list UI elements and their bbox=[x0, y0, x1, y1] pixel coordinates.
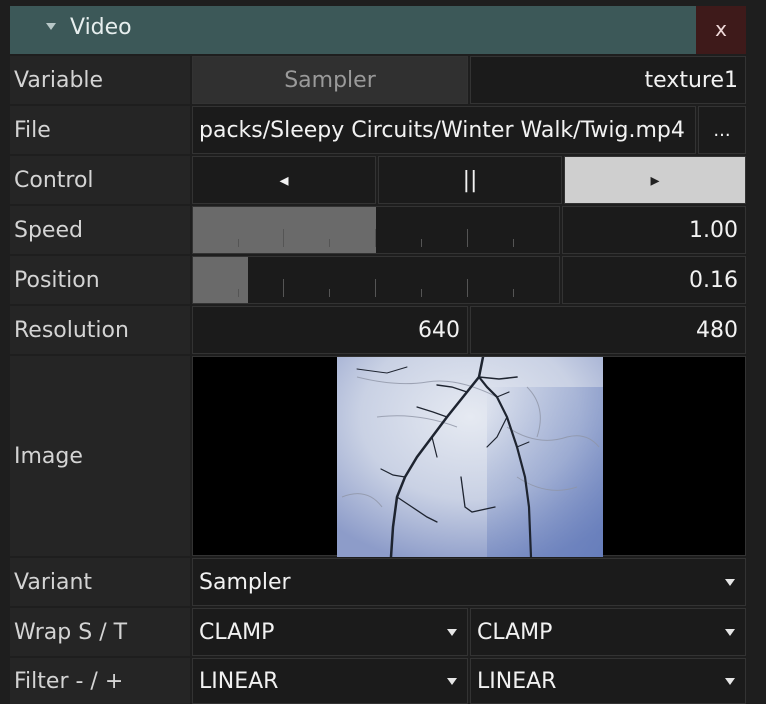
dropdown-arrow-icon bbox=[725, 678, 735, 685]
image-label: Image bbox=[10, 356, 190, 556]
position-slider-fill bbox=[193, 257, 248, 303]
wrap-label: Wrap S / T bbox=[10, 608, 190, 656]
speed-value[interactable]: 1.00 bbox=[562, 206, 746, 254]
browse-file-button[interactable]: ... bbox=[698, 106, 746, 154]
file-path-field[interactable]: packs/Sleepy Circuits/Winter Walk/Twig.m… bbox=[192, 106, 696, 154]
slider-tick bbox=[238, 239, 239, 247]
slider-tick bbox=[467, 279, 468, 297]
filter-mag-value: LINEAR bbox=[477, 668, 557, 694]
wrap-s-dropdown[interactable]: CLAMP bbox=[192, 608, 468, 656]
slider-tick bbox=[375, 279, 376, 297]
slider-tick bbox=[283, 229, 284, 247]
twig-video-frame bbox=[337, 357, 603, 557]
dropdown-arrow-icon bbox=[725, 629, 735, 636]
wrap-s-value: CLAMP bbox=[199, 619, 275, 645]
variant-value: Sampler bbox=[199, 569, 291, 595]
resolution-width[interactable]: 640 bbox=[192, 306, 468, 354]
slider-tick bbox=[375, 229, 376, 247]
file-label: File bbox=[10, 106, 190, 154]
filter-min-dropdown[interactable]: LINEAR bbox=[192, 658, 468, 704]
slider-tick bbox=[467, 229, 468, 247]
speed-slider-fill bbox=[193, 207, 376, 253]
dropdown-arrow-icon bbox=[447, 678, 457, 685]
slider-tick bbox=[238, 289, 239, 297]
position-value[interactable]: 0.16 bbox=[562, 256, 746, 304]
filter-mag-dropdown[interactable]: LINEAR bbox=[470, 658, 746, 704]
slider-tick bbox=[329, 239, 330, 247]
collapse-triangle-icon[interactable] bbox=[46, 23, 56, 30]
dropdown-arrow-icon bbox=[447, 629, 457, 636]
panel-title: Video bbox=[70, 15, 132, 40]
slider-tick bbox=[421, 289, 422, 297]
speed-label: Speed bbox=[10, 206, 190, 254]
resolution-label: Resolution bbox=[10, 306, 190, 354]
wrap-t-dropdown[interactable]: CLAMP bbox=[470, 608, 746, 656]
position-slider[interactable] bbox=[192, 256, 560, 304]
variant-label: Variant bbox=[10, 558, 190, 606]
filter-label: Filter - / + bbox=[10, 658, 190, 704]
rewind-button[interactable]: ◂ bbox=[192, 156, 376, 204]
slider-tick bbox=[513, 289, 514, 297]
close-button[interactable]: x bbox=[696, 6, 746, 54]
play-button[interactable]: ▸ bbox=[564, 156, 746, 204]
speed-slider[interactable] bbox=[192, 206, 560, 254]
video-preview bbox=[192, 356, 746, 557]
variable-label: Variable bbox=[10, 56, 190, 104]
control-label: Control bbox=[10, 156, 190, 204]
wrap-t-value: CLAMP bbox=[477, 619, 553, 645]
slider-tick bbox=[283, 279, 284, 297]
dropdown-arrow-icon bbox=[725, 579, 735, 586]
position-label: Position bbox=[10, 256, 190, 304]
slider-tick bbox=[421, 239, 422, 247]
slider-tick bbox=[329, 289, 330, 297]
pause-button[interactable]: || bbox=[378, 156, 562, 204]
resolution-height[interactable]: 480 bbox=[470, 306, 746, 354]
variant-dropdown[interactable]: Sampler bbox=[192, 558, 746, 606]
filter-min-value: LINEAR bbox=[199, 668, 279, 694]
variable-name-field[interactable]: texture1 bbox=[470, 56, 746, 104]
sampler-button[interactable]: Sampler bbox=[192, 56, 468, 104]
slider-tick bbox=[513, 239, 514, 247]
